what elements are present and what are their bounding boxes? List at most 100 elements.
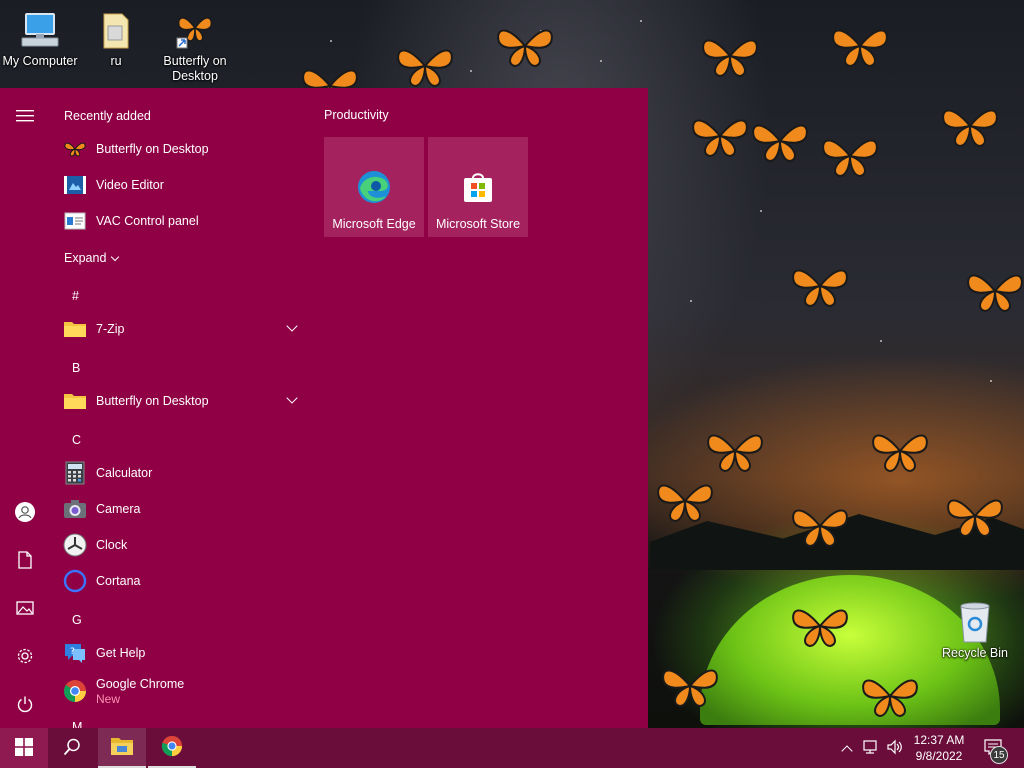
butterfly-decoration	[872, 434, 928, 473]
notification-count-badge: 15	[990, 746, 1008, 764]
butterfly-decoration	[397, 49, 453, 88]
desktop-icon-my-computer[interactable]: My Computer	[0, 8, 80, 69]
camera-icon	[63, 497, 87, 521]
butterfly-decoration	[692, 119, 748, 158]
network-tray-button[interactable]	[860, 728, 882, 768]
documents-icon[interactable]	[0, 540, 50, 580]
butterfly-decoration	[832, 29, 888, 68]
butterfly-decoration	[702, 39, 758, 78]
app-butterfly-folder[interactable]: Butterfly on Desktop	[50, 383, 306, 419]
chrome-taskbar-button[interactable]	[148, 728, 196, 768]
chrome-icon	[161, 735, 183, 760]
file-explorer-button[interactable]	[98, 728, 146, 768]
edge-icon	[356, 169, 392, 205]
butterfly-decoration	[792, 509, 848, 548]
app-label: 7-Zip	[96, 322, 125, 336]
app-list: Recently added Butterfly on Desktop Vide…	[50, 88, 310, 728]
app-butterfly-recent[interactable]: Butterfly on Desktop	[50, 131, 306, 167]
chevron-up-icon	[841, 744, 853, 757]
folder-icon	[63, 389, 87, 413]
user-icon[interactable]	[0, 492, 50, 532]
app-label: Calculator	[96, 466, 153, 480]
app-get-help[interactable]: ? Get Help	[50, 635, 306, 671]
tiles-area: Productivity Microsoft Edge Microsoft St…	[312, 88, 648, 728]
section-letter[interactable]: M	[72, 720, 82, 728]
recycle-bin-icon	[955, 600, 995, 644]
get-help-icon: ?	[63, 641, 87, 665]
butterfly-decoration	[657, 484, 713, 523]
app-video-editor[interactable]: Video Editor	[50, 167, 306, 203]
butterfly-decoration	[497, 29, 553, 68]
chevron-down-icon[interactable]	[286, 320, 298, 332]
butterfly-decoration	[752, 124, 808, 163]
desktop-icon-label: ru	[110, 54, 122, 68]
start-rail	[0, 88, 50, 728]
clock-icon	[63, 533, 87, 557]
video-editor-icon	[63, 173, 87, 197]
expand-button[interactable]: Expand	[64, 251, 120, 265]
vac-panel-icon	[63, 209, 87, 233]
show-hidden-icons-button[interactable]	[838, 728, 856, 768]
tile-microsoft-edge[interactable]: Microsoft Edge	[324, 137, 424, 237]
butterfly-decoration	[662, 669, 718, 708]
desktop-icon-label: Recycle Bin	[942, 646, 1008, 660]
butterfly-decoration	[822, 139, 878, 178]
section-letter[interactable]: B	[72, 361, 80, 375]
folder-icon	[96, 8, 136, 52]
app-clock[interactable]: Clock	[50, 527, 306, 563]
desktop-icon-butterfly[interactable]: Butterfly on Desktop	[155, 8, 235, 84]
clock-date: 9/8/2022	[915, 749, 963, 763]
computer-icon	[20, 8, 60, 52]
app-google-chrome[interactable]: Google Chrome New	[50, 671, 306, 711]
power-icon[interactable]	[0, 684, 50, 724]
taskbar-clock[interactable]: 12:37 AM 9/8/2022	[900, 732, 978, 764]
network-icon	[862, 739, 880, 758]
desktop-icon-ru[interactable]: ru	[76, 8, 156, 69]
search-button[interactable]	[48, 728, 96, 768]
butterfly-decoration	[792, 609, 848, 648]
start-icon	[15, 737, 33, 759]
settings-icon[interactable]	[0, 636, 50, 676]
pictures-icon[interactable]	[0, 588, 50, 628]
app-label: Butterfly on Desktop	[96, 142, 209, 156]
butterfly-decoration	[862, 679, 918, 718]
app-label: VAC Control panel	[96, 214, 199, 228]
app-label: Google Chrome	[96, 676, 185, 691]
butterfly-decoration	[707, 434, 763, 473]
app-calculator[interactable]: Calculator	[50, 455, 306, 491]
svg-text:?: ?	[70, 647, 75, 657]
chrome-icon	[63, 679, 87, 703]
hamburger-menu-icon[interactable]	[0, 96, 50, 136]
start-button[interactable]	[0, 728, 48, 768]
taskbar: 12:37 AM 9/8/2022 15	[0, 728, 1024, 768]
app-label: Video Editor	[96, 178, 164, 192]
desktop-icon-label: My Computer	[2, 54, 78, 68]
desktop-icon-label: Butterfly on Desktop	[163, 54, 227, 83]
tile-microsoft-store[interactable]: Microsoft Store	[428, 137, 528, 237]
app-camera[interactable]: Camera	[50, 491, 306, 527]
butterfly-decoration	[792, 269, 848, 308]
app-vac-control-panel[interactable]: VAC Control panel	[50, 203, 306, 239]
folder-icon	[63, 317, 87, 341]
section-letter[interactable]: #	[72, 289, 79, 303]
section-letter[interactable]: G	[72, 613, 82, 627]
tile-group-title[interactable]: Productivity	[324, 108, 389, 122]
calculator-icon	[63, 461, 87, 485]
app-7zip-folder[interactable]: 7-Zip	[50, 311, 306, 347]
tile-label: Microsoft Store	[435, 217, 521, 231]
app-label: Cortana	[96, 574, 141, 588]
tile-label: Microsoft Edge	[332, 217, 416, 231]
section-letter[interactable]: C	[72, 433, 81, 447]
desktop-icon-recycle-bin[interactable]: Recycle Bin	[935, 600, 1015, 661]
expand-label: Expand	[64, 251, 107, 265]
app-label: Camera	[96, 502, 141, 516]
store-icon	[460, 169, 496, 205]
chevron-down-icon[interactable]	[286, 392, 298, 404]
app-label: Clock	[96, 538, 128, 552]
butterfly-shortcut-icon	[175, 8, 215, 52]
recently-added-header: Recently added	[64, 109, 151, 123]
butterfly-decoration	[947, 499, 1003, 538]
start-menu: Recently added Butterfly on Desktop Vide…	[0, 88, 648, 728]
butterfly-decoration	[967, 274, 1023, 313]
app-cortana[interactable]: Cortana	[50, 563, 306, 599]
